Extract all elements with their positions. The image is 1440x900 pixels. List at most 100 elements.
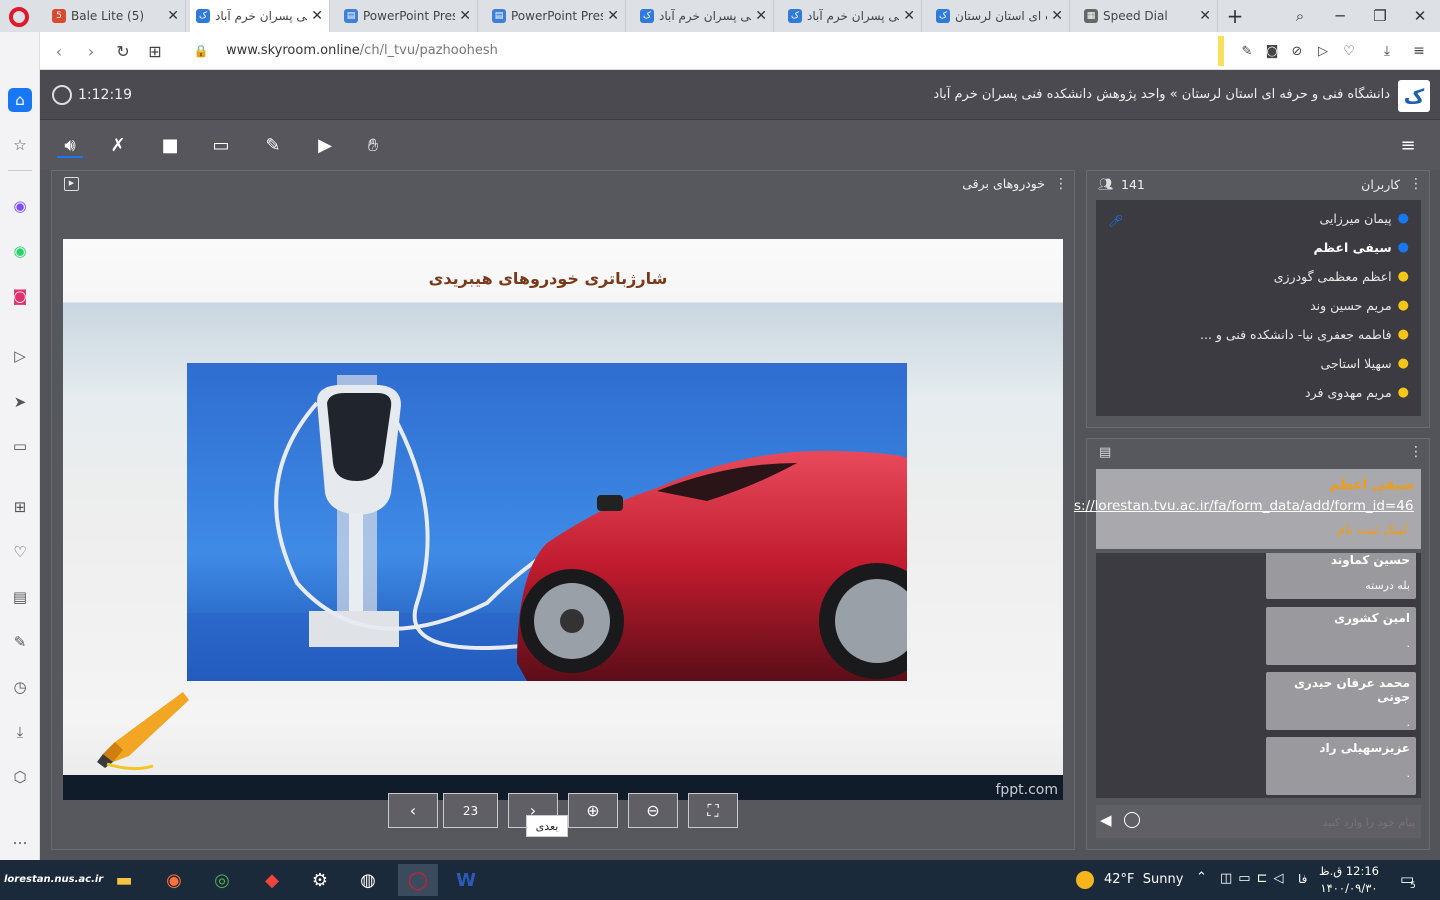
skyroom-logo-icon: ک [1398,80,1430,112]
zoom-in-button[interactable]: ⊕ [568,793,618,828]
tab-4[interactable]: ک فنی پسران خرم آباد ✕ [634,0,774,32]
back-icon[interactable]: ‹ [46,38,72,64]
close-tab-icon[interactable]: ✕ [903,8,915,24]
minimize-icon[interactable]: ─ [1320,0,1360,32]
pinboard-icon[interactable]: ✎ [8,630,32,654]
chat-author: عزیزسهیلی راد [1319,741,1410,755]
close-window-icon[interactable]: ✕ [1400,0,1440,32]
send-icon[interactable]: ▷ [1310,38,1336,64]
screen-share-icon[interactable]: ▭ [208,132,234,158]
close-tab-icon[interactable]: ✕ [1199,8,1211,24]
chat-input[interactable] [1150,810,1415,834]
tab-6[interactable]: ک ه ای استان لرستان ✕ [930,0,1070,32]
camera-snapshot-icon[interactable]: ◙ [1259,38,1285,64]
user-row[interactable]: ● مریم مهدوی فرد [1305,381,1409,403]
anydesk-icon[interactable]: ◆ [252,864,292,896]
home-icon[interactable]: ⌂ [8,88,32,112]
firefox-icon[interactable]: ◉ [154,864,194,896]
user-row[interactable]: ● اعظم معظمی گودرزی [1274,265,1409,287]
microphone-muted-icon[interactable]: ✗ [105,132,131,158]
clock-time[interactable]: 12:16 ق.ظ [1318,864,1380,878]
search-tabs-icon[interactable]: ⌕ [1280,0,1320,32]
wallet-icon[interactable]: ▭ [8,434,32,458]
url-field[interactable]: www.skyroom.online/ch/l_tvu/pazhoohesh [226,43,498,58]
lock-icon: 🔒 [193,44,209,58]
whatsapp-icon[interactable]: ◉ [8,239,32,263]
language-indicator[interactable]: فا [1298,872,1307,886]
document-icon: ▤ [344,9,358,23]
page-number-field[interactable]: 23 [443,793,498,828]
users-panel-options-icon[interactable]: ⋮ [1409,176,1423,192]
fullscreen-button[interactable]: ⛶ [688,793,738,828]
user-row[interactable]: ● فاطمه جعفری نیا- دانشکده فنی و ... [1200,323,1409,345]
whiteboard-brush-icon[interactable]: ✎ [260,132,286,158]
easy-setup-icon[interactable]: ≡ [1406,38,1432,64]
send-message-icon[interactable]: ◀ [1100,811,1112,829]
menu-icon[interactable]: ≡ [1395,132,1421,158]
presentation-options-icon[interactable]: ⋮ [1054,176,1068,192]
speaker-icon[interactable]: 🔊︎ [57,132,83,158]
chrome-icon[interactable]: ◎ [202,864,242,896]
tab-7[interactable]: ▦ Speed Dial ✕ [1078,0,1218,32]
settings-icon[interactable]: ⚙ [300,864,340,896]
user-row[interactable]: ● مریم حسین وند [1310,294,1409,316]
clock-date[interactable]: ۱۴۰۰/۰۹/۳۰ [1318,881,1380,895]
close-tab-icon[interactable]: ✕ [311,8,323,24]
chat-options-icon[interactable]: ⋮ [1409,444,1423,460]
opera-taskbar-icon[interactable]: ◯ [398,864,438,896]
tray-chevron-icon[interactable]: ⌃ [1196,870,1207,885]
reload-icon[interactable]: ↻ [110,38,136,64]
news-icon[interactable]: ▤ [8,585,32,609]
tab-2[interactable]: ▤ PowerPoint Prese ✕ [338,0,478,32]
extensions-icon[interactable]: ⬡ [8,765,32,789]
user-icon: ● [1397,355,1409,371]
more-icon[interactable]: … [8,827,32,851]
close-tab-icon[interactable]: ✕ [459,8,471,24]
previous-slide-button[interactable]: ‹ [388,793,438,828]
emoji-icon[interactable] [1124,812,1140,828]
pinned-link[interactable]: s://lorestan.tvu.ac.ir/fa/form_data/add/… [1074,498,1414,514]
close-tab-icon[interactable]: ✕ [167,8,179,24]
user-row[interactable]: ● سهیلا استاجی [1321,352,1409,374]
tiles-icon[interactable]: ⊞ [142,38,168,64]
document-icon: ▤ [492,9,506,23]
snapshot-edit-icon[interactable]: ✎ [1234,38,1260,64]
panel-expand-icon[interactable]: ▶ [64,177,79,191]
history-icon[interactable]: ◷ [8,675,32,699]
word-icon[interactable]: W [446,864,486,896]
close-tab-icon[interactable]: ✕ [1051,8,1063,24]
downloads-sidebar-icon[interactable]: ⤓ [8,720,32,744]
presentation-icon[interactable]: ▶ [312,132,338,158]
tab-0[interactable]: 5 Bale Lite (5) ✕ [46,0,186,32]
zoom-out-button[interactable]: ⊖ [628,793,678,828]
speed-dial-icon[interactable]: ⊞ [8,495,32,519]
camera-icon[interactable]: ■ [157,132,183,158]
tab-3[interactable]: ▤ PowerPoint Prese ✕ [486,0,626,32]
maximize-icon[interactable]: ❐ [1360,0,1400,32]
close-tab-icon[interactable]: ✕ [755,8,767,24]
downloads-icon[interactable]: ⤓ [1374,38,1400,64]
forward-icon[interactable]: › [78,38,104,64]
file-explorer-icon[interactable]: ▬ [104,864,144,896]
network-globe-icon[interactable]: ◍ [348,864,388,896]
close-tab-icon[interactable]: ✕ [607,8,619,24]
pinned-link-text[interactable]: لینک ثبت نام [1096,522,1407,538]
bookmark-heart-icon[interactable]: ♡ [1336,38,1362,64]
new-tab-icon[interactable]: + [1224,4,1246,28]
player-icon[interactable]: ▷ [8,344,32,368]
taskbar-app-label[interactable]: lorestan.nus.ac.ir [4,874,103,885]
messenger-icon[interactable]: ◉ [8,194,32,218]
heart-icon[interactable]: ♡ [8,540,32,564]
tab-1[interactable]: ک فنی پسران خرم آباد ✕ [190,0,330,32]
opera-logo-icon[interactable] [9,7,29,27]
user-row[interactable]: ● سیفی اعظم [1313,236,1409,258]
raise-hand-icon[interactable]: ✋︎ [360,132,386,158]
star-icon[interactable]: ☆ [8,133,32,157]
instagram-icon[interactable]: ◙ [8,284,32,308]
skyroom-icon: ک [640,9,654,23]
address-bar: ‹ › ↻ ⊞ 🔒 www.skyroom.online/ch/l_tvu/pa… [40,32,1440,70]
tab-5[interactable]: ک فنی پسران خرم آباد ✕ [782,0,922,32]
adblock-icon[interactable]: ⊘ [1284,38,1310,64]
flow-icon[interactable]: ➤ [8,390,32,414]
user-row[interactable]: ● پیمان میرزایی [1319,207,1409,229]
